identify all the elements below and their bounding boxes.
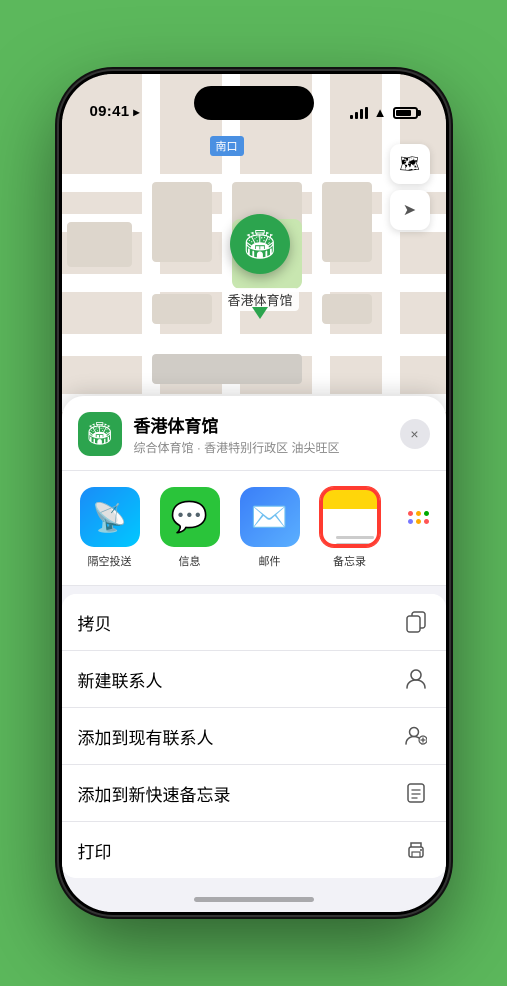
copy-icon xyxy=(402,608,430,636)
more-icon xyxy=(389,487,446,547)
notes-icon xyxy=(320,487,380,547)
location-button[interactable]: ➤ xyxy=(390,190,430,230)
status-icons: ▲ xyxy=(350,105,418,120)
action-list: 拷贝 新建联系人 xyxy=(62,594,446,878)
dynamic-island xyxy=(194,86,314,120)
action-print-label: 打印 xyxy=(78,838,112,863)
bottom-sheet: 🏟 香港体育馆 综合体育馆 · 香港特别行政区 油尖旺区 × 📡 隔空投送 xyxy=(62,396,446,912)
wifi-icon: ▲ xyxy=(374,105,387,120)
map-label: 南口 xyxy=(210,136,244,156)
action-add-to-notes-label: 添加到新快速备忘录 xyxy=(78,781,231,806)
location-icon: ▸ xyxy=(133,105,139,119)
mail-icon: ✉️ xyxy=(240,487,300,547)
add-to-contact-icon xyxy=(402,722,430,750)
action-item-add-to-notes[interactable]: 添加到新快速备忘录 xyxy=(62,765,446,822)
new-contact-icon xyxy=(402,665,430,693)
battery-icon xyxy=(393,107,418,119)
messages-icon: 💬 xyxy=(160,487,220,547)
pin-circle: 🏟 xyxy=(230,214,290,274)
battery-fill xyxy=(396,110,411,116)
action-new-contact-label: 新建联系人 xyxy=(78,667,163,692)
map-icon: 🗺 xyxy=(399,154,419,174)
messages-label: 信息 xyxy=(179,553,201,569)
signal-bar-3 xyxy=(360,109,363,119)
action-add-existing-label: 添加到现有联系人 xyxy=(78,724,214,749)
home-indicator xyxy=(194,897,314,902)
add-to-notes-icon xyxy=(402,779,430,807)
action-item-add-existing[interactable]: 添加到现有联系人 xyxy=(62,708,446,765)
venue-header: 🏟 香港体育馆 综合体育馆 · 香港特别行政区 油尖旺区 × xyxy=(62,396,446,471)
close-icon: × xyxy=(410,426,418,442)
action-item-new-contact[interactable]: 新建联系人 xyxy=(62,651,446,708)
map-controls: 🗺 ➤ xyxy=(390,144,430,230)
share-item-airdrop[interactable]: 📡 隔空投送 xyxy=(74,487,146,569)
stadium-icon: 🏟 xyxy=(242,228,278,261)
action-copy-label: 拷贝 xyxy=(78,610,112,635)
close-button[interactable]: × xyxy=(400,419,430,449)
signal-bars xyxy=(350,107,368,119)
action-item-print[interactable]: 打印 xyxy=(62,822,446,878)
venue-info: 香港体育馆 综合体育馆 · 香港特别行政区 油尖旺区 xyxy=(134,412,388,456)
signal-bar-4 xyxy=(365,107,368,119)
phone-inner: 09:41 ▸ ▲ xyxy=(62,74,446,912)
share-item-mail[interactable]: ✉️ 邮件 xyxy=(234,487,306,569)
notes-lines xyxy=(329,528,371,547)
phone-frame: 09:41 ▸ ▲ xyxy=(59,71,449,915)
venue-name: 香港体育馆 xyxy=(134,412,388,437)
share-row: 📡 隔空投送 💬 信息 ✉️ 邮件 xyxy=(62,471,446,586)
status-time: 09:41 xyxy=(90,103,130,120)
share-item-messages[interactable]: 💬 信息 xyxy=(154,487,226,569)
location-pin: 🏟 香港体育馆 xyxy=(222,214,299,311)
location-arrow-icon: ➤ xyxy=(403,200,416,220)
print-icon xyxy=(402,836,430,864)
venue-icon: 🏟 xyxy=(78,412,122,456)
signal-bar-2 xyxy=(355,112,358,119)
action-item-copy[interactable]: 拷贝 xyxy=(62,594,446,651)
notes-line-1 xyxy=(336,536,374,539)
mail-label: 邮件 xyxy=(259,553,281,569)
share-item-notes[interactable]: 备忘录 xyxy=(314,487,386,569)
airdrop-icon: 📡 xyxy=(80,487,140,547)
airdrop-label: 隔空投送 xyxy=(88,553,132,569)
signal-bar-1 xyxy=(350,115,353,119)
map-type-button[interactable]: 🗺 xyxy=(390,144,430,184)
share-item-more[interactable] xyxy=(394,487,444,569)
notes-label: 备忘录 xyxy=(333,553,366,569)
venue-subtitle: 综合体育馆 · 香港特别行政区 油尖旺区 xyxy=(134,439,388,456)
notes-line-2 xyxy=(336,543,369,546)
